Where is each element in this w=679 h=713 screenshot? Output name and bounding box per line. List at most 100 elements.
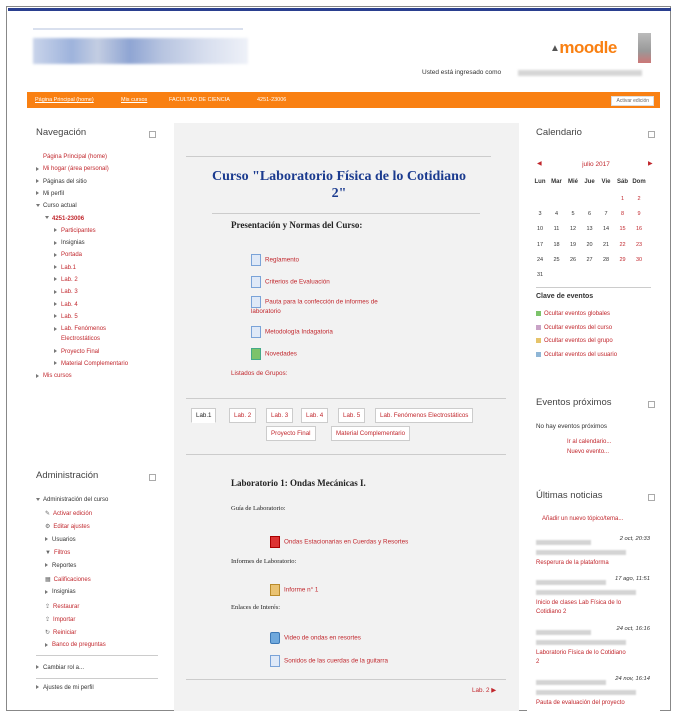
calendar-day[interactable]: 1	[616, 196, 630, 202]
calendar-day[interactable]: 27	[583, 257, 597, 263]
calendar-day[interactable]: 3	[533, 211, 547, 217]
calendar-day[interactable]: 17	[533, 242, 547, 248]
calendar-day[interactable]: 18	[550, 242, 564, 248]
new-event-link[interactable]: Nuevo evento...	[567, 449, 609, 455]
admin-item[interactable]: Banco de preguntas	[45, 642, 106, 648]
calendar-day[interactable]: 22	[616, 242, 630, 248]
calendar-day[interactable]: 26	[566, 257, 580, 263]
switch-role-link[interactable]: Cambiar rol a...	[36, 665, 84, 671]
news-link[interactable]: 2	[536, 659, 539, 665]
calendar-day[interactable]: 29	[616, 257, 630, 263]
calendar-day[interactable]: 9	[632, 211, 646, 217]
calendar-day[interactable]: 13	[583, 226, 597, 232]
resource-link[interactable]: Pauta para la confección de informes de	[251, 296, 378, 308]
admin-item[interactable]: Administración del curso	[36, 497, 108, 503]
calendar-month[interactable]: julio 2017	[571, 161, 621, 168]
tab-1[interactable]: Lab.1	[191, 408, 217, 423]
block-dock-icon[interactable]	[648, 494, 655, 501]
nav-item[interactable]: 4251-23006	[45, 216, 84, 222]
breadcrumb-course[interactable]: 4251-23006	[257, 97, 286, 103]
event-key-item[interactable]: Ocultar eventos globales	[536, 311, 610, 317]
admin-item[interactable]: ✎ Activar edición	[45, 510, 92, 517]
resource-link[interactable]: Reglamento	[251, 254, 299, 266]
calendar-day[interactable]: 8	[616, 211, 630, 217]
block-dock-icon[interactable]	[648, 131, 655, 138]
calendar-day[interactable]: 7	[599, 211, 613, 217]
tab-8[interactable]: Material Complementario	[331, 426, 411, 441]
report-link[interactable]: Informe n° 1	[270, 584, 318, 596]
nav-item[interactable]: Participantes	[54, 228, 96, 234]
block-dock-icon[interactable]	[149, 474, 156, 481]
news-link[interactable]: Inicio de clases Lab Física de lo	[536, 600, 621, 606]
admin-item[interactable]: Usuarios	[45, 537, 76, 543]
calendar-day[interactable]: 25	[550, 257, 564, 263]
nav-item[interactable]: Lab. 4	[54, 302, 78, 308]
event-key-item[interactable]: Ocultar eventos del curso	[536, 324, 612, 331]
nav-item[interactable]: Portada	[54, 252, 82, 258]
event-key-item[interactable]: Ocultar eventos del usuario	[536, 351, 617, 358]
site-logo[interactable]	[33, 38, 248, 64]
nav-item[interactable]: Mi hogar (área personal)	[36, 166, 109, 172]
nav-item[interactable]: Mi perfil	[36, 191, 64, 197]
calendar-day[interactable]: 12	[566, 226, 580, 232]
nav-item[interactable]: Lab. 3	[54, 289, 78, 295]
calendar-day[interactable]: 2	[632, 196, 646, 202]
news-link[interactable]: Resperura de la plataforma	[536, 560, 609, 566]
profile-settings-link[interactable]: Ajustes de mi perfil	[36, 685, 94, 691]
admin-item[interactable]: ▦ Calificaciones	[45, 576, 91, 583]
admin-item[interactable]: Insignias	[45, 589, 76, 595]
resource-link[interactable]: Novedades	[251, 348, 297, 360]
nav-item[interactable]: Mis cursos	[36, 373, 72, 379]
calendar-day[interactable]: 24	[533, 257, 547, 263]
tab-4[interactable]: Lab. 4	[301, 408, 329, 423]
news-link[interactable]: Laboratorio Física de lo Cotidiano	[536, 650, 626, 656]
avatar[interactable]	[638, 33, 651, 63]
nav-item[interactable]: Lab. 2	[54, 277, 78, 283]
nav-item[interactable]: Páginas del sitio	[36, 179, 87, 185]
nav-item[interactable]: Curso actual	[36, 203, 77, 209]
calendar-day[interactable]: 31	[533, 272, 547, 278]
calendar-day[interactable]: 5	[566, 211, 580, 217]
breadcrumb-home[interactable]: Página Principal (home)	[35, 97, 94, 103]
calendar-day[interactable]: 15	[616, 226, 630, 232]
calendar-day[interactable]: 19	[566, 242, 580, 248]
calendar-day[interactable]: 30	[632, 257, 646, 263]
nav-item[interactable]: Lab.1	[54, 265, 76, 271]
calendar-day[interactable]: 23	[632, 242, 646, 248]
nav-item[interactable]: Material Complementario	[54, 361, 128, 367]
news-link[interactable]: Cotidiano 2	[536, 609, 566, 615]
calendar-day[interactable]: 21	[599, 242, 613, 248]
tab-3[interactable]: Lab. 3	[266, 408, 294, 423]
nav-item[interactable]: Página Principal (home)	[36, 154, 107, 160]
go-to-calendar-link[interactable]: Ir al calendario...	[567, 439, 611, 445]
guide-link[interactable]: Ondas Estacionarias en Cuerdas y Resorte…	[270, 536, 408, 548]
news-link[interactable]: Pauta de evaluación del proyecto	[536, 700, 625, 706]
admin-item[interactable]: ▼ Filtros	[45, 550, 70, 556]
prev-month-icon[interactable]: ◀	[537, 160, 542, 167]
admin-item[interactable]: ⇪ Restaurar	[45, 603, 79, 610]
nav-item[interactable]: Lab. 5	[54, 314, 78, 320]
logged-in-user[interactable]	[518, 70, 642, 76]
calendar-day[interactable]: 4	[550, 211, 564, 217]
breadcrumb-my-courses[interactable]: Mis cursos	[121, 97, 147, 103]
resource-link[interactable]: Metodología Indagatoria	[251, 326, 333, 338]
admin-item[interactable]: ⚙ Editar ajustes	[45, 523, 90, 530]
add-topic-link[interactable]: Añadir un nuevo tópico/tema...	[542, 516, 623, 522]
block-dock-icon[interactable]	[149, 131, 156, 138]
nav-item[interactable]: Insignias	[54, 240, 85, 246]
admin-item[interactable]: Reportes	[45, 563, 76, 569]
guitar-link[interactable]: Sonidos de las cuerdas de la guitarra	[270, 655, 388, 667]
calendar-day[interactable]: 28	[599, 257, 613, 263]
next-section-link[interactable]: Lab. 2 ▶	[472, 687, 496, 694]
admin-item[interactable]: ⇪ Importar	[45, 616, 75, 623]
tab-2[interactable]: Lab. 2	[229, 408, 257, 423]
calendar-day[interactable]: 16	[632, 226, 646, 232]
calendar-day[interactable]: 20	[583, 242, 597, 248]
block-dock-icon[interactable]	[648, 401, 655, 408]
calendar-day[interactable]: 10	[533, 226, 547, 232]
nav-item[interactable]: Lab. Fenómenos	[54, 326, 106, 332]
resource-link[interactable]: Criterios de Evaluación	[251, 276, 330, 288]
calendar-day[interactable]: 14	[599, 226, 613, 232]
calendar-day[interactable]: 11	[550, 226, 564, 232]
nav-item[interactable]: Proyecto Final	[54, 349, 99, 355]
